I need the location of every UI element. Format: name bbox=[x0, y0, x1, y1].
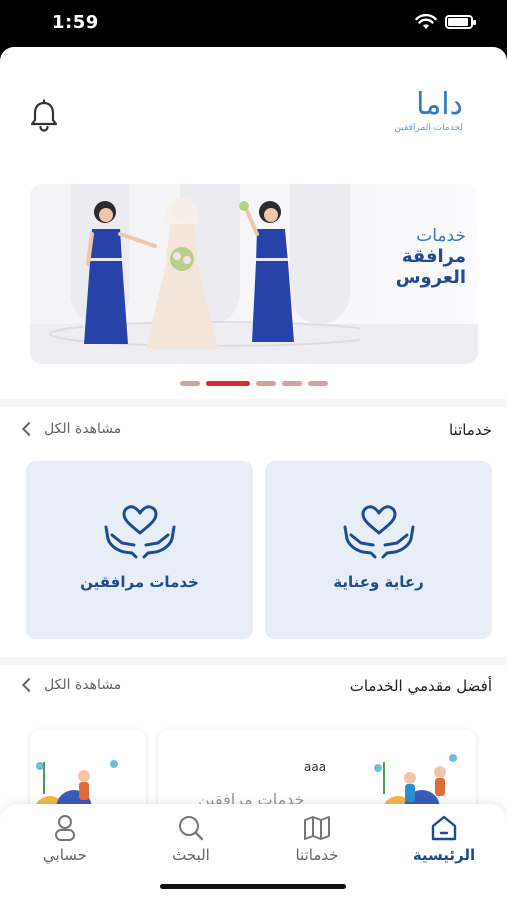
carousel-dot[interactable] bbox=[308, 381, 328, 386]
carousel-dot[interactable] bbox=[256, 381, 276, 386]
banner-text: خدمات مرافقة العروس bbox=[346, 226, 466, 288]
chevron-left-icon bbox=[21, 421, 37, 437]
services-header: خدماتنا مشاهدة الكل bbox=[20, 421, 492, 445]
heart-hands-icon bbox=[104, 505, 176, 559]
map-icon bbox=[304, 816, 330, 840]
logo-tagline: لخدمات المرافقين bbox=[394, 123, 463, 133]
app-logo: داما لخدمات المرافقين bbox=[383, 87, 463, 134]
tab-account[interactable]: حسابي bbox=[10, 814, 120, 864]
status-icons bbox=[415, 14, 476, 30]
carousel-dot[interactable] bbox=[206, 381, 250, 386]
heart-hands-icon bbox=[343, 505, 415, 559]
tab-label: البحث bbox=[172, 846, 210, 864]
see-all-label: مشاهدة الكل bbox=[44, 421, 122, 437]
logo-mark: داما bbox=[416, 87, 463, 122]
providers-see-all-link[interactable]: مشاهدة الكل bbox=[20, 677, 121, 693]
battery-icon bbox=[445, 15, 476, 29]
home-icon bbox=[431, 815, 457, 841]
battery-level bbox=[448, 18, 468, 26]
services-title: خدماتنا bbox=[448, 421, 492, 439]
providers-header: أفضل مقدمي الخدمات مشاهدة الكل bbox=[20, 677, 492, 701]
see-all-label: مشاهدة الكل bbox=[44, 677, 122, 693]
user-icon bbox=[55, 815, 75, 841]
tab-label: حسابي bbox=[43, 846, 87, 864]
carousel-dot[interactable] bbox=[282, 381, 302, 386]
banner-line2: مرافقة bbox=[401, 246, 466, 267]
search-icon bbox=[179, 816, 204, 841]
carousel-indicator bbox=[180, 381, 328, 386]
tab-label: خدماتنا bbox=[295, 846, 339, 864]
tab-search[interactable]: البحث bbox=[136, 814, 246, 864]
chevron-left-icon bbox=[21, 677, 37, 693]
banner-line3: العروس bbox=[395, 267, 466, 288]
service-card-label: رعاية وعناية bbox=[333, 573, 424, 591]
tab-home[interactable]: الرئيسية bbox=[389, 814, 499, 864]
status-bar: 1:59 bbox=[0, 0, 507, 47]
section-divider bbox=[0, 399, 507, 407]
service-card-companions[interactable]: خدمات مرافقين bbox=[26, 461, 253, 639]
bride-illustration bbox=[49, 198, 360, 349]
service-card-label: خدمات مرافقين bbox=[80, 573, 199, 591]
tab-services[interactable]: خدماتنا bbox=[262, 814, 372, 864]
service-card-care[interactable]: رعاية وعناية bbox=[265, 461, 492, 639]
bell-icon[interactable] bbox=[28, 99, 60, 133]
status-time: 1:59 bbox=[52, 12, 99, 33]
wifi-icon bbox=[415, 14, 437, 29]
services-see-all-link[interactable]: مشاهدة الكل bbox=[20, 421, 121, 437]
carousel-dot[interactable] bbox=[180, 381, 200, 386]
app-screen: داما لخدمات المرافقين خدمات مرافقة العرو… bbox=[0, 47, 507, 900]
section-divider bbox=[0, 657, 507, 665]
banner-line1: خدمات bbox=[416, 226, 466, 246]
tab-label: الرئيسية bbox=[412, 846, 476, 864]
home-indicator bbox=[160, 884, 346, 889]
providers-title: أفضل مقدمي الخدمات bbox=[349, 677, 492, 695]
promo-banner[interactable]: خدمات مرافقة العروس bbox=[30, 184, 478, 364]
provider-name: aaa bbox=[304, 760, 327, 774]
